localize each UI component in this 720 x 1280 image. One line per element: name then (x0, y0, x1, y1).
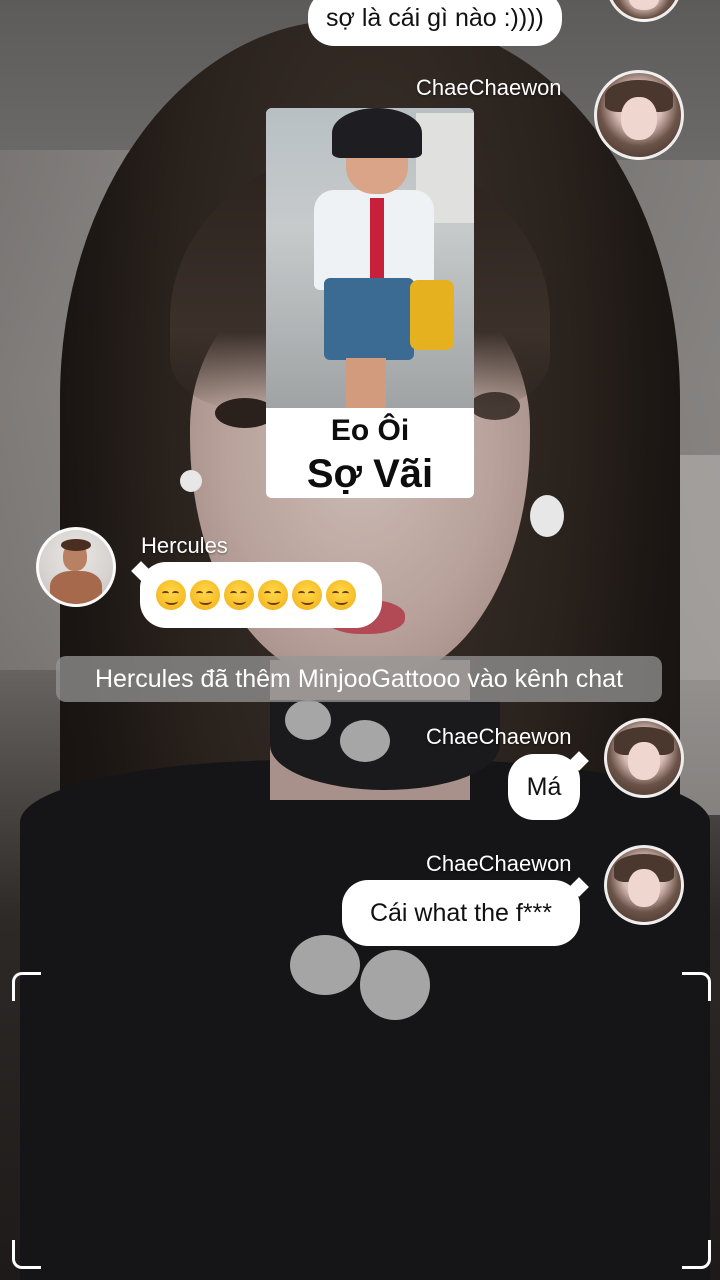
system-notice: Hercules đã thêm MinjooGattooo vào kênh … (56, 656, 662, 702)
avatar-chaechaewon[interactable] (604, 718, 684, 798)
message-bubble[interactable]: Má (508, 754, 580, 820)
smirking-face-icon (258, 580, 288, 610)
emoji-message (156, 580, 366, 610)
viewfinder-corner-icon (12, 972, 41, 1001)
sender-name: ChaeChaewon (426, 851, 572, 876)
meme-caption: Eo Ôi Sợ Vãi (266, 408, 474, 498)
smirking-face-icon (326, 580, 356, 610)
meme-caption-line2: Sợ Vãi (306, 452, 434, 496)
meme-sticker[interactable]: Eo Ôi Sợ Vãi (266, 108, 474, 498)
smirking-face-icon (190, 580, 220, 610)
sender-name: ChaeChaewon (426, 724, 572, 749)
message-text: Cái what the f*** (369, 899, 553, 927)
sender-name: Hercules (141, 533, 228, 558)
meme-caption-line1: Eo Ôi (330, 414, 410, 447)
meme-photo (266, 108, 474, 408)
viewfinder-corner-icon (12, 1240, 41, 1269)
avatar-hercules[interactable] (36, 527, 116, 607)
viewfinder-corner-icon (682, 1240, 711, 1269)
smirking-face-icon (224, 580, 254, 610)
viewfinder-corner-icon (682, 972, 711, 1001)
avatar-chaechaewon[interactable] (604, 845, 684, 925)
message-text: sợ là cái gì nào :)))) (326, 4, 544, 32)
smirking-face-icon (292, 580, 322, 610)
smirking-face-icon (156, 580, 186, 610)
message-text: Má (526, 773, 562, 801)
sender-name: ChaeChaewon (416, 75, 562, 100)
message-bubble[interactable]: Cái what the f*** (342, 880, 580, 946)
message-bubble[interactable] (140, 562, 382, 628)
avatar-chaechaewon[interactable] (594, 70, 684, 160)
message-bubble-partial[interactable]: sợ là cái gì nào :)))) (308, 0, 562, 46)
